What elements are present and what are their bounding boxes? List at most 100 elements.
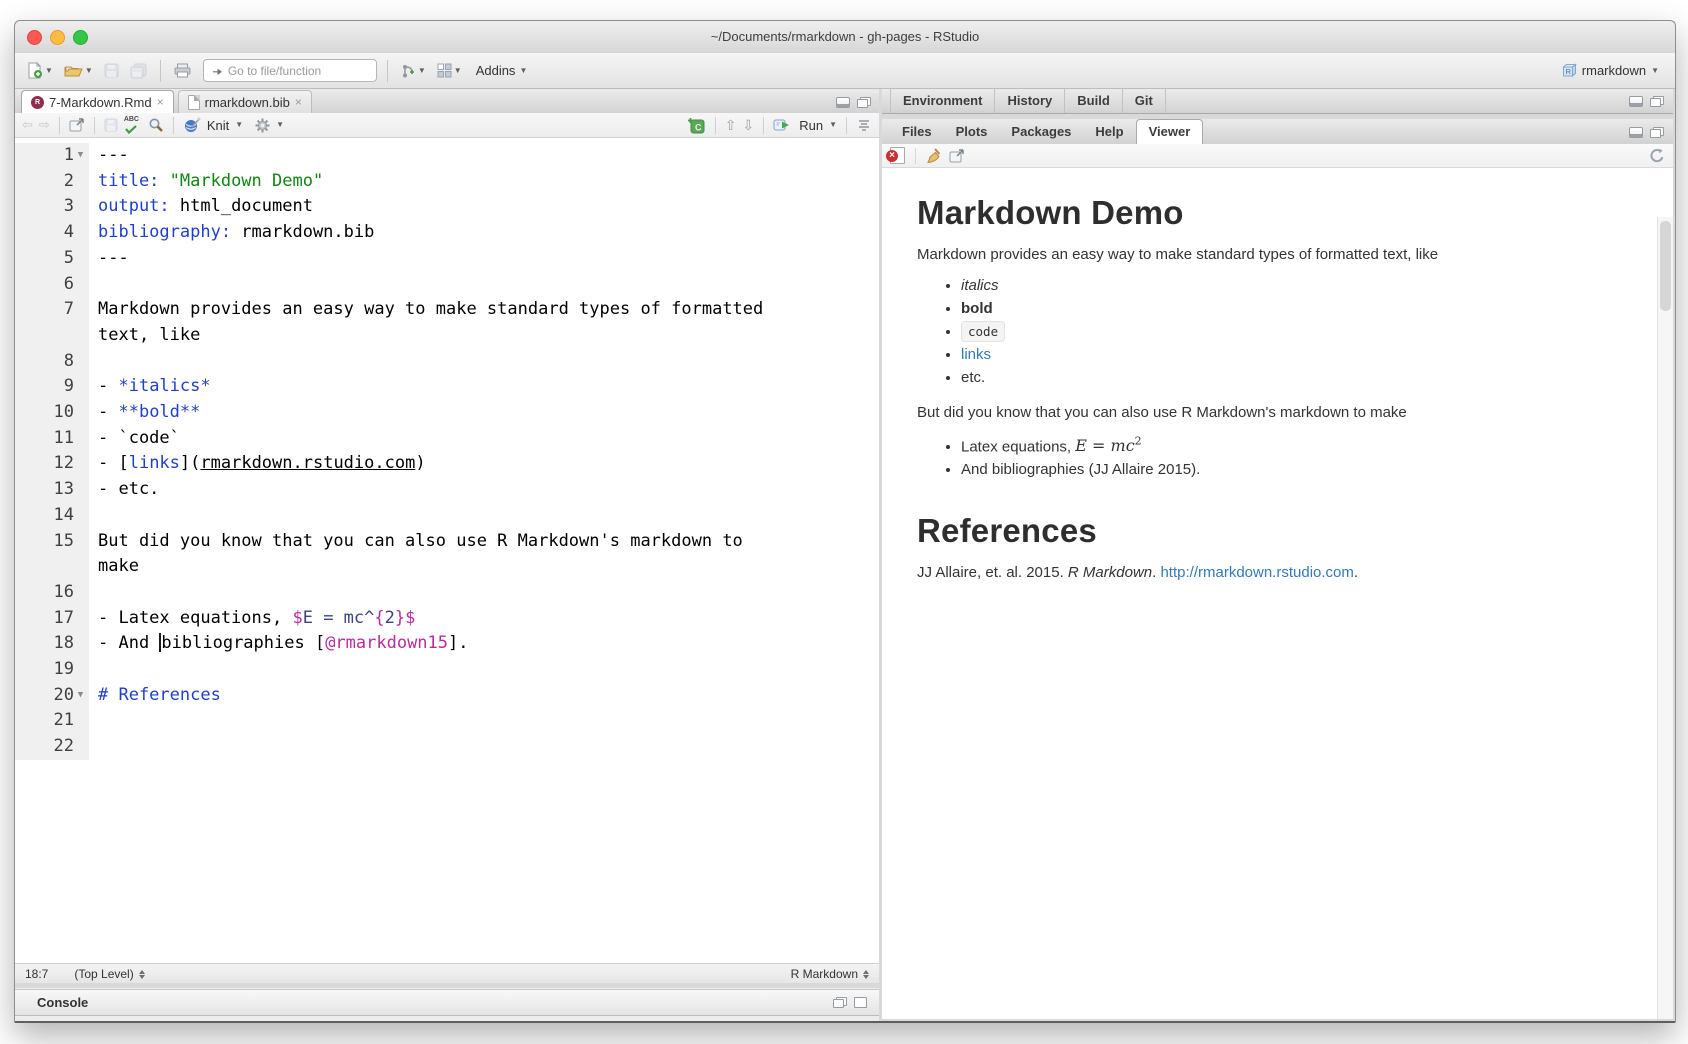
reference-entry: JJ Allaire, et. al. 2015. R Markdown. ht… (917, 564, 1359, 582)
maximize-source-icon[interactable] (857, 97, 871, 108)
line-gutter: 14 (15, 502, 89, 529)
forward-icon[interactable]: ⇨ (39, 117, 50, 133)
line-number: 12 (53, 453, 74, 474)
environment-tab-bar: Environment History Build Git (882, 89, 1673, 114)
line-gutter: 10 (15, 400, 89, 426)
doc-mode-selector[interactable]: R Markdown (791, 967, 869, 981)
maximize-environment-icon[interactable] (1650, 96, 1664, 107)
open-file-button[interactable]: ▼ (61, 61, 96, 80)
minimize-viewer-icon[interactable] (1629, 127, 1643, 138)
project-name: rmarkdown (1581, 63, 1647, 78)
broom-icon[interactable] (926, 147, 941, 164)
tab-help[interactable]: Help (1083, 120, 1135, 144)
tab-history[interactable]: History (995, 89, 1066, 113)
rendered-list-2: Latex equations, E = mc2 And bibliograph… (917, 435, 1613, 478)
save-button[interactable] (101, 61, 122, 80)
maximize-viewer-icon[interactable] (1650, 127, 1664, 138)
find-icon[interactable] (148, 117, 164, 133)
line-gutter (15, 322, 89, 349)
code-line: 11 - `code` (15, 425, 879, 452)
editor-tab[interactable]: rmarkdown.bib × (177, 90, 312, 113)
gear-icon[interactable] (255, 118, 270, 133)
code-line: 19 (15, 657, 879, 683)
console-title: Console (37, 995, 89, 1010)
close-tab-icon[interactable]: × (157, 96, 164, 108)
go-prev-section-icon[interactable]: ⇧ (725, 117, 737, 134)
scope-selector[interactable]: (Top Level) (74, 967, 145, 981)
spellcheck-icon[interactable]: ABC (124, 116, 142, 134)
minimize-environment-icon[interactable] (1629, 96, 1643, 107)
run-icon[interactable] (773, 118, 793, 132)
line-number: 5 (63, 247, 74, 268)
popout-window-icon[interactable] (69, 118, 85, 132)
knit-icon[interactable] (183, 117, 201, 133)
code-text: - Latex equations, $E = mc^{2}$ (89, 606, 415, 632)
line-gutter: 5 (15, 245, 89, 272)
maximize-console-icon[interactable] (854, 997, 867, 1008)
close-tab-icon[interactable]: × (295, 96, 302, 108)
panes-layout-button[interactable]: ▼ (434, 61, 465, 80)
new-file-button[interactable]: ▼ (23, 60, 56, 81)
code-segment: --- (98, 247, 129, 268)
code-segment: - Latex equations, (98, 607, 293, 628)
knit-menu-caret[interactable]: ▼ (235, 121, 243, 129)
tab-git[interactable]: Git (1123, 89, 1166, 113)
editor-tab[interactable]: R 7-Markdown.Rmd × (21, 90, 174, 113)
run-menu-caret[interactable]: ▼ (829, 121, 837, 129)
console-header[interactable]: Console (15, 989, 879, 1016)
fold-arrow-icon[interactable]: ▼ (74, 683, 87, 709)
list-item-bibliographies: And bibliographies (JJ Allaire 2015). (961, 461, 1613, 478)
code-line: 9 - *italics* (15, 374, 879, 401)
code-line: 14 (15, 502, 879, 529)
viewer-scrollbar[interactable] (1657, 217, 1673, 1019)
code-line: text, like (15, 322, 879, 349)
code-segment: *italics* (118, 376, 211, 397)
tab-files[interactable]: Files (890, 120, 944, 144)
run-button[interactable]: Run (799, 118, 823, 133)
tab-build[interactable]: Build (1065, 89, 1123, 113)
gear-menu-caret[interactable]: ▼ (276, 121, 284, 129)
back-icon[interactable]: ⇦ (22, 117, 33, 133)
project-menu-button[interactable]: R rmarkdown ▼ (1553, 61, 1667, 80)
line-number: 19 (53, 659, 74, 680)
line-gutter: 3 (15, 194, 89, 221)
code-text: title: "Markdown Demo" (89, 169, 323, 195)
knit-button[interactable]: Knit (207, 118, 229, 133)
line-gutter: 16 (15, 579, 89, 606)
reference-link[interactable]: http://rmarkdown.rstudio.com (1160, 564, 1353, 581)
refresh-icon[interactable] (1649, 148, 1665, 164)
line-number: 16 (53, 581, 74, 602)
version-control-button[interactable]: ▼ (398, 61, 429, 81)
addins-button[interactable]: Addins ▼ (470, 61, 534, 80)
tab-packages[interactable]: Packages (999, 120, 1083, 144)
code-line: 7 Markdown provides an easy way to make s… (15, 297, 879, 323)
insert-chunk-icon[interactable]: C (687, 117, 706, 134)
code-text: bibliography: rmarkdown.bib (89, 220, 374, 246)
plain-text: etc. (961, 369, 986, 386)
save-doc-icon[interactable] (104, 118, 118, 132)
line-number: 13 (53, 479, 74, 500)
tab-plots[interactable]: Plots (944, 120, 1000, 144)
go-next-section-icon[interactable]: ⇩ (742, 117, 754, 134)
bold-text: bold (961, 300, 993, 317)
tab-viewer[interactable]: Viewer (1135, 119, 1204, 145)
viewer-popout-icon[interactable] (949, 148, 965, 163)
code-segment: ]( (179, 453, 201, 474)
fold-arrow-icon[interactable]: ▼ (74, 143, 87, 169)
minimize-source-icon[interactable] (836, 97, 850, 108)
goto-file-function-input[interactable]: Go to file/function (202, 59, 377, 82)
links-link[interactable]: links (961, 346, 991, 363)
line-number: 7 (63, 299, 74, 320)
clear-viewer-icon[interactable] (886, 147, 905, 164)
code-segment: - (98, 402, 119, 423)
print-button[interactable] (171, 61, 194, 80)
restore-console-icon[interactable] (833, 997, 847, 1008)
save-all-button[interactable] (127, 61, 150, 81)
rerun-previous-icon[interactable] (856, 119, 872, 131)
code-text: --- (89, 246, 129, 272)
code-line: 21 (15, 708, 879, 735)
line-gutter (15, 554, 89, 580)
tab-environment[interactable]: Environment (890, 89, 996, 113)
code-editor[interactable]: 1 ▼ --- 2 title: "Markdown Demo" 3 output: htm… (15, 138, 879, 963)
